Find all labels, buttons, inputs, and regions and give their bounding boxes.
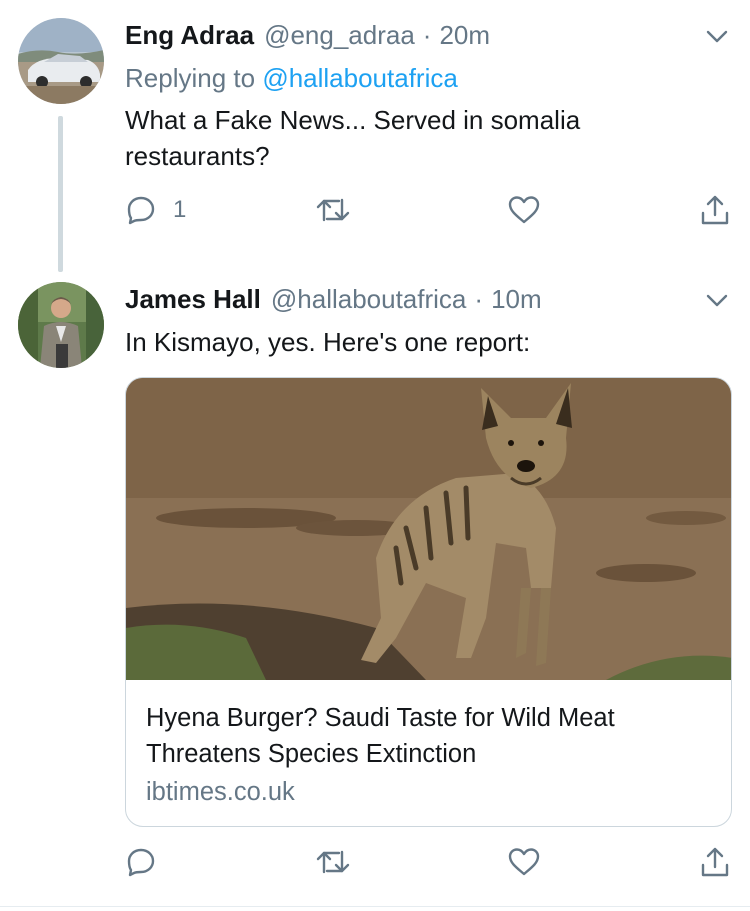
separator-dot: · bbox=[422, 20, 432, 50]
avatar[interactable] bbox=[18, 282, 104, 368]
action-bar bbox=[125, 842, 735, 882]
share-button[interactable] bbox=[699, 190, 731, 230]
display-name[interactable]: James Hall bbox=[125, 281, 261, 317]
reply-icon bbox=[127, 848, 155, 877]
divider bbox=[0, 906, 750, 907]
replying-to: Replying to @hallaboutafrica bbox=[125, 60, 458, 96]
tweet-text: What a Fake News... Served in somalia re… bbox=[125, 105, 581, 171]
share-icon bbox=[701, 195, 729, 225]
share-icon bbox=[701, 847, 729, 877]
like-button[interactable] bbox=[507, 190, 541, 230]
reply-button[interactable] bbox=[125, 842, 157, 882]
reply-icon bbox=[127, 196, 155, 225]
reply-button[interactable]: 1 bbox=[125, 190, 186, 230]
reply-count: 1 bbox=[173, 196, 187, 223]
chevron-down-icon[interactable] bbox=[704, 23, 730, 49]
retweet-button[interactable] bbox=[315, 190, 351, 230]
card-image[interactable] bbox=[126, 378, 732, 680]
action-bar: 1 bbox=[125, 190, 735, 230]
card-domain: ibtimes.co.uk bbox=[146, 778, 295, 806]
retweet-button[interactable] bbox=[315, 842, 351, 882]
timestamp[interactable]: 20m bbox=[439, 17, 490, 53]
like-icon bbox=[508, 196, 540, 224]
tweet-eng-adraa[interactable]: Eng Adraa @eng_adraa · 20m Replying to @… bbox=[0, 0, 750, 272]
retweet-icon bbox=[316, 850, 350, 874]
user-handle[interactable]: @eng_adraa bbox=[264, 17, 415, 53]
tweet-header: James Hall @hallaboutafrica · 10m bbox=[125, 281, 542, 317]
tweet-text: In Kismayo, yes. Here's one report: bbox=[125, 327, 531, 357]
replying-to-link[interactable]: @hallaboutafrica bbox=[262, 63, 458, 93]
display-name[interactable]: Eng Adraa bbox=[125, 17, 254, 53]
timestamp[interactable]: 10m bbox=[491, 281, 542, 317]
card-title[interactable]: Hyena Burger? Saudi Taste for Wild Meat … bbox=[146, 700, 716, 772]
like-button[interactable] bbox=[507, 842, 541, 882]
thread-line bbox=[58, 116, 63, 272]
share-button[interactable] bbox=[699, 842, 731, 882]
separator-dot: · bbox=[474, 284, 484, 314]
user-handle[interactable]: @hallaboutafrica bbox=[271, 281, 467, 317]
retweet-icon bbox=[316, 198, 350, 222]
tweet-header: Eng Adraa @eng_adraa · 20m bbox=[125, 17, 490, 53]
avatar[interactable] bbox=[18, 18, 104, 104]
chevron-down-icon[interactable] bbox=[704, 287, 730, 313]
like-icon bbox=[508, 848, 540, 876]
replying-prefix: Replying to bbox=[125, 63, 263, 93]
link-card[interactable]: Hyena Burger? Saudi Taste for Wild Meat … bbox=[125, 377, 732, 827]
